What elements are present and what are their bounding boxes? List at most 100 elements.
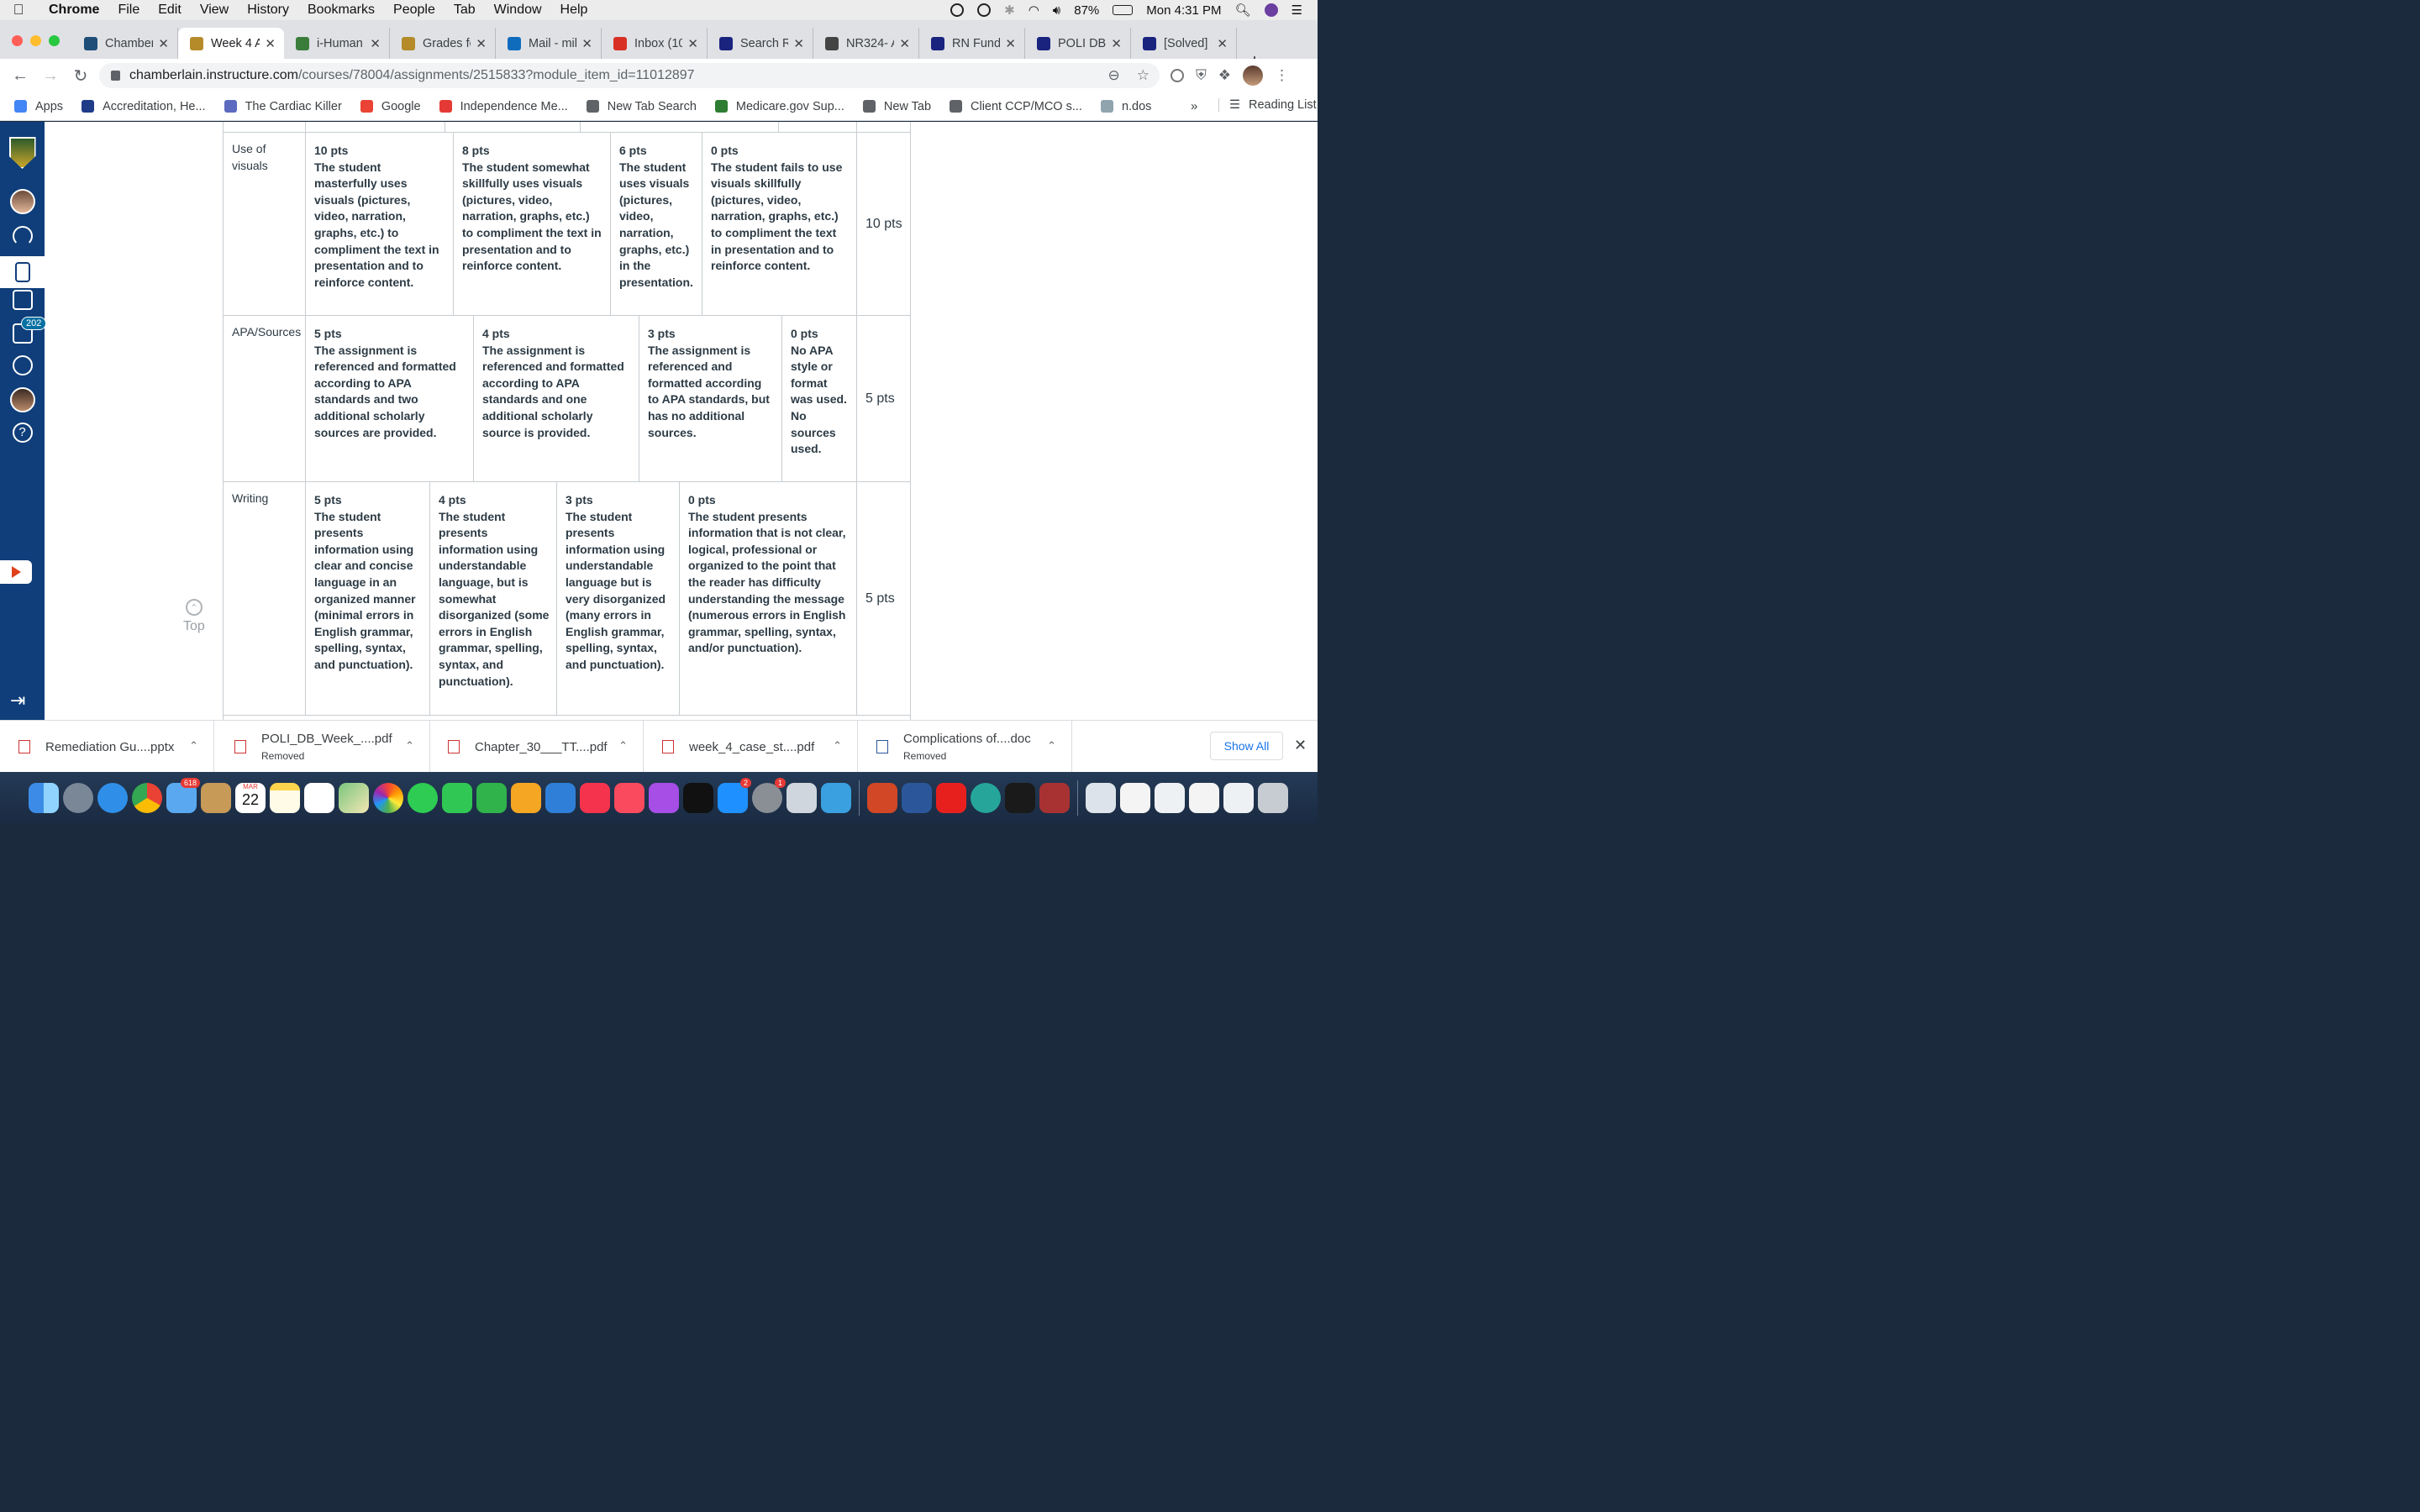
download-options-chevron-icon[interactable]: ⌃ bbox=[405, 739, 414, 753]
browser-tab[interactable]: POLI DB ✕ bbox=[1025, 28, 1131, 59]
notes-icon[interactable] bbox=[270, 782, 300, 813]
browser-tab[interactable]: [Solved] ✕ bbox=[1131, 28, 1237, 59]
app-generic-icon[interactable] bbox=[786, 782, 817, 813]
bluetooth-icon[interactable]: ✱ bbox=[1004, 3, 1015, 18]
menu-tab[interactable]: Tab bbox=[445, 3, 485, 18]
back-to-top-link[interactable]: ⌃ Top bbox=[183, 599, 205, 634]
bookmark-item[interactable]: Accreditation, He... bbox=[72, 100, 215, 113]
calendar-icon[interactable]: MAR 22 bbox=[235, 782, 266, 813]
menu-file[interactable]: File bbox=[108, 3, 149, 18]
close-downloads-bar-icon[interactable]: ✕ bbox=[1294, 737, 1307, 754]
expand-nav-icon[interactable]: ⇥ bbox=[10, 690, 25, 711]
sync-icon[interactable] bbox=[977, 3, 992, 17]
browser-tab[interactable]: Inbox (10 ✕ bbox=[602, 28, 708, 59]
powerpoint-icon[interactable] bbox=[867, 782, 897, 813]
chrome-icon[interactable] bbox=[132, 782, 162, 813]
keynote-podium-icon[interactable] bbox=[545, 782, 576, 813]
acrobat-icon[interactable] bbox=[936, 782, 966, 813]
forward-arrow-icon[interactable]: → bbox=[35, 66, 66, 86]
document-thumbnail-icon[interactable] bbox=[1120, 782, 1150, 813]
tab-close-icon[interactable]: ✕ bbox=[158, 36, 169, 51]
browser-tab[interactable]: Mail - mil ✕ bbox=[496, 28, 602, 59]
browser-tab[interactable]: Search R ✕ bbox=[708, 28, 813, 59]
finder-icon[interactable] bbox=[29, 782, 59, 813]
menu-app-name[interactable]: Chrome bbox=[37, 3, 108, 18]
apple-tv-icon[interactable] bbox=[683, 782, 713, 813]
menu-people[interactable]: People bbox=[384, 3, 445, 18]
close-window-button[interactable] bbox=[12, 35, 23, 46]
tab-close-icon[interactable]: ✕ bbox=[899, 36, 910, 51]
messages-icon[interactable] bbox=[408, 782, 438, 813]
extension-circle-icon[interactable] bbox=[1171, 69, 1184, 82]
music-icon[interactable] bbox=[614, 782, 644, 813]
download-options-chevron-icon[interactable]: ⌃ bbox=[1047, 739, 1056, 753]
bookmark-item[interactable]: n.dos bbox=[1092, 100, 1160, 113]
download-options-chevron-icon[interactable]: ⌃ bbox=[833, 739, 842, 753]
download-item[interactable]: Remediation Gu....pptx ⌃ bbox=[0, 721, 214, 773]
bookmarks-overflow-button[interactable]: » bbox=[1191, 99, 1197, 113]
system-preferences-icon[interactable]: 1 bbox=[752, 777, 786, 813]
nav-inbox[interactable]: 202 bbox=[0, 317, 47, 344]
zoom-window-button[interactable] bbox=[49, 35, 60, 46]
reload-icon[interactable]: ↻ bbox=[66, 66, 96, 87]
launchpad-icon[interactable] bbox=[63, 782, 93, 813]
bookmark-item[interactable]: New Tab bbox=[854, 100, 940, 113]
download-item[interactable]: POLI_DB_Week_....pdf Removed ⌃ bbox=[216, 721, 430, 773]
word-icon[interactable] bbox=[902, 782, 932, 813]
nav-dashboard[interactable] bbox=[0, 226, 45, 246]
tab-close-icon[interactable]: ✕ bbox=[1111, 36, 1122, 51]
keynote-icon[interactable] bbox=[511, 782, 541, 813]
apple-menu-icon[interactable]:  bbox=[0, 2, 37, 18]
menu-history[interactable]: History bbox=[238, 3, 298, 18]
document-thumbnail-icon[interactable] bbox=[1189, 782, 1219, 813]
puzzle-extensions-icon[interactable]: ❖ bbox=[1218, 67, 1231, 84]
browser-tab[interactable]: RN Fund ✕ bbox=[919, 28, 1025, 59]
app-store-icon[interactable]: 2 bbox=[718, 777, 751, 813]
nav-history[interactable] bbox=[0, 355, 45, 375]
bookmark-item[interactable]: Google bbox=[351, 100, 430, 113]
bookmark-item[interactable]: Client CCP/MCO s... bbox=[940, 100, 1092, 113]
browser-tab[interactable]: Chamber ✕ bbox=[72, 28, 178, 59]
shield-extension-icon[interactable]: ⛨ bbox=[1196, 67, 1207, 84]
trash-icon[interactable] bbox=[1258, 782, 1288, 813]
nav-calendar[interactable] bbox=[0, 290, 45, 310]
app-blue-icon[interactable] bbox=[821, 782, 851, 813]
numbers-icon[interactable] bbox=[476, 782, 507, 813]
nav-courses[interactable] bbox=[0, 256, 45, 288]
tab-close-icon[interactable]: ✕ bbox=[793, 36, 804, 51]
tab-close-icon[interactable]: ✕ bbox=[1005, 36, 1016, 51]
menu-edit[interactable]: Edit bbox=[149, 3, 191, 18]
news-icon[interactable] bbox=[580, 782, 610, 813]
zoom-icon[interactable]: ⊖ bbox=[1108, 67, 1120, 84]
tab-close-icon[interactable]: ✕ bbox=[370, 36, 381, 51]
tab-close-icon[interactable]: ✕ bbox=[687, 36, 698, 51]
reminders-icon[interactable] bbox=[304, 782, 334, 813]
lock-icon[interactable] bbox=[111, 71, 120, 81]
facetime-icon[interactable] bbox=[442, 782, 472, 813]
siri-icon[interactable] bbox=[1264, 3, 1278, 17]
bookmark-item[interactable]: New Tab Search bbox=[577, 100, 706, 113]
browser-tab[interactable]: NR324- A ✕ bbox=[813, 28, 919, 59]
bookmark-item[interactable]: Independence Me... bbox=[430, 100, 577, 113]
nav-profile[interactable] bbox=[0, 387, 45, 412]
tab-close-icon[interactable]: ✕ bbox=[581, 36, 592, 51]
download-item[interactable]: week_4_case_st....pdf ⌃ bbox=[644, 721, 858, 773]
reading-list-button[interactable]: ☰ Reading List bbox=[1218, 98, 1317, 112]
download-item[interactable]: Chapter_30___TT....pdf ⌃ bbox=[429, 721, 644, 773]
nav-logo[interactable] bbox=[0, 137, 45, 169]
menu-window[interactable]: Window bbox=[485, 3, 551, 18]
battery-icon[interactable] bbox=[1113, 5, 1134, 15]
app-circle-icon[interactable] bbox=[971, 782, 1001, 813]
menu-help[interactable]: Help bbox=[551, 3, 597, 18]
mail-icon[interactable]: 618 bbox=[166, 777, 200, 813]
download-item[interactable]: Complications of....doc Removed ⌃ bbox=[858, 721, 1072, 773]
download-options-chevron-icon[interactable]: ⌃ bbox=[189, 739, 198, 753]
menu-bookmarks[interactable]: Bookmarks bbox=[298, 3, 384, 18]
document-thumbnail-icon[interactable] bbox=[1155, 782, 1185, 813]
maps-icon[interactable] bbox=[339, 782, 369, 813]
safari-icon[interactable] bbox=[97, 782, 128, 813]
document-thumbnail-icon[interactable] bbox=[1223, 782, 1254, 813]
dictionary-icon[interactable] bbox=[1039, 782, 1070, 813]
podcasts-icon[interactable] bbox=[649, 782, 679, 813]
creative-cloud-icon[interactable] bbox=[950, 3, 965, 17]
